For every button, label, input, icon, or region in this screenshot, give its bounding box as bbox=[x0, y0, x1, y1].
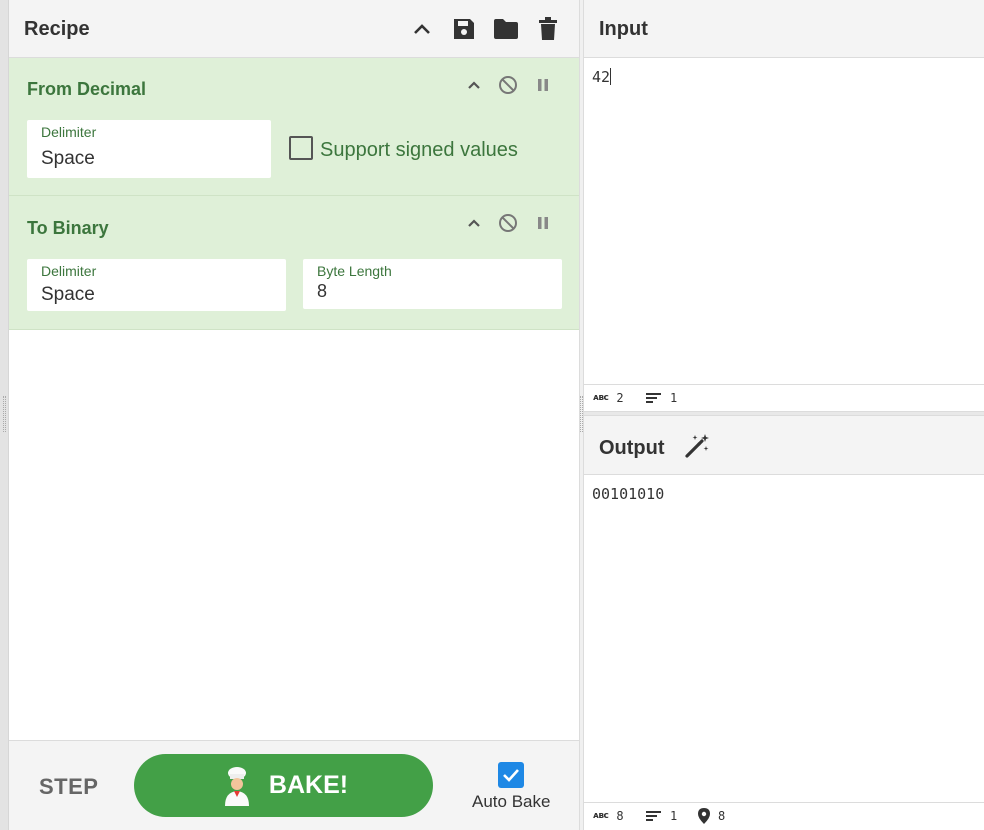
recipe-header: Recipe bbox=[9, 0, 579, 58]
operation-title: To Binary bbox=[27, 218, 109, 238]
output-length: 8 bbox=[616, 809, 624, 823]
input-header: Input bbox=[584, 0, 984, 58]
input-lines: 1 bbox=[670, 391, 678, 405]
signed-values-label[interactable]: Support signed values bbox=[320, 139, 518, 162]
input-status-bar: ᴀʙᴄ 2 1 bbox=[584, 384, 984, 410]
folder-icon[interactable] bbox=[493, 16, 519, 42]
bake-label: BAKE! bbox=[268, 771, 349, 799]
operation-from-decimal[interactable]: From Decimal Delimiter Space Support sig… bbox=[9, 58, 579, 196]
chevron-up-icon[interactable] bbox=[463, 74, 485, 96]
input-title: Input bbox=[599, 18, 648, 40]
delimiter-field[interactable]: Delimiter Space bbox=[27, 259, 286, 311]
output-position-stat: 8 bbox=[698, 808, 725, 824]
recipe-panel: Recipe From Decimal Delimiter Space Supp… bbox=[9, 0, 579, 830]
input-textarea[interactable]: 42 bbox=[584, 58, 984, 384]
map-pin-icon bbox=[698, 808, 710, 824]
bake-button[interactable]: BAKE! bbox=[134, 754, 433, 817]
abc-icon: ᴀʙᴄ bbox=[593, 393, 609, 403]
output-length-stat: ᴀʙᴄ 8 bbox=[593, 809, 624, 823]
auto-bake-checkbox[interactable] bbox=[498, 762, 524, 788]
lines-icon bbox=[646, 811, 661, 821]
lines-icon bbox=[646, 393, 661, 403]
disable-icon[interactable] bbox=[497, 74, 519, 96]
field-label: Byte Length bbox=[317, 263, 392, 279]
chevron-up-icon[interactable] bbox=[409, 16, 435, 42]
input-panel: Input 42 ᴀʙᴄ 2 1 bbox=[584, 0, 984, 411]
text-caret bbox=[610, 68, 612, 85]
output-title: Output bbox=[599, 437, 665, 459]
output-text: 00101010 bbox=[592, 485, 665, 503]
step-button[interactable]: STEP bbox=[39, 774, 98, 800]
field-value[interactable]: 8 bbox=[317, 281, 327, 302]
input-length-stat: ᴀʙᴄ 2 bbox=[593, 391, 624, 405]
output-lines-stat: 1 bbox=[646, 809, 677, 823]
output-lines: 1 bbox=[670, 809, 678, 823]
output-status-bar: ᴀʙᴄ 8 1 8 bbox=[584, 802, 984, 830]
input-length: 2 bbox=[616, 391, 624, 405]
resize-grip[interactable] bbox=[3, 396, 6, 432]
pause-icon[interactable] bbox=[532, 212, 554, 234]
resize-grip[interactable] bbox=[580, 396, 583, 432]
output-position: 8 bbox=[718, 809, 726, 823]
magic-wand-icon[interactable] bbox=[684, 433, 710, 459]
disable-icon[interactable] bbox=[497, 212, 519, 234]
chevron-up-icon[interactable] bbox=[463, 212, 485, 234]
delimiter-field[interactable]: Delimiter Space bbox=[27, 120, 271, 178]
operation-to-binary[interactable]: To Binary Delimiter Space Byte Length 8 bbox=[9, 196, 579, 330]
pause-icon[interactable] bbox=[532, 74, 554, 96]
auto-bake-label[interactable]: Auto Bake bbox=[472, 792, 550, 812]
save-icon[interactable] bbox=[451, 16, 477, 42]
field-value[interactable]: Space bbox=[41, 148, 95, 170]
byte-length-field[interactable]: Byte Length 8 bbox=[303, 259, 562, 309]
left-resize-strip[interactable] bbox=[0, 0, 9, 830]
operation-title: From Decimal bbox=[27, 79, 147, 99]
cyberchef-app: Recipe From Decimal Delimiter Space Supp… bbox=[0, 0, 984, 830]
output-header: Output bbox=[584, 416, 984, 475]
input-text: 42 bbox=[592, 68, 611, 86]
recipe-title: Recipe bbox=[24, 18, 90, 40]
output-panel: Output 00101010 ᴀʙᴄ 8 1 8 bbox=[584, 416, 984, 830]
output-textarea[interactable]: 00101010 bbox=[584, 475, 984, 802]
input-lines-stat: 1 bbox=[646, 391, 677, 405]
field-label: Delimiter bbox=[41, 263, 97, 279]
signed-values-checkbox[interactable] bbox=[289, 136, 313, 160]
field-value[interactable]: Space bbox=[41, 284, 95, 306]
chef-icon bbox=[224, 766, 249, 806]
trash-icon[interactable] bbox=[535, 16, 561, 42]
input-text-wrap: 42 bbox=[592, 68, 612, 86]
bake-controls: STEP BAKE! Auto Bake bbox=[9, 740, 579, 830]
field-label: Delimiter bbox=[41, 124, 97, 140]
abc-icon: ᴀʙᴄ bbox=[593, 811, 609, 821]
